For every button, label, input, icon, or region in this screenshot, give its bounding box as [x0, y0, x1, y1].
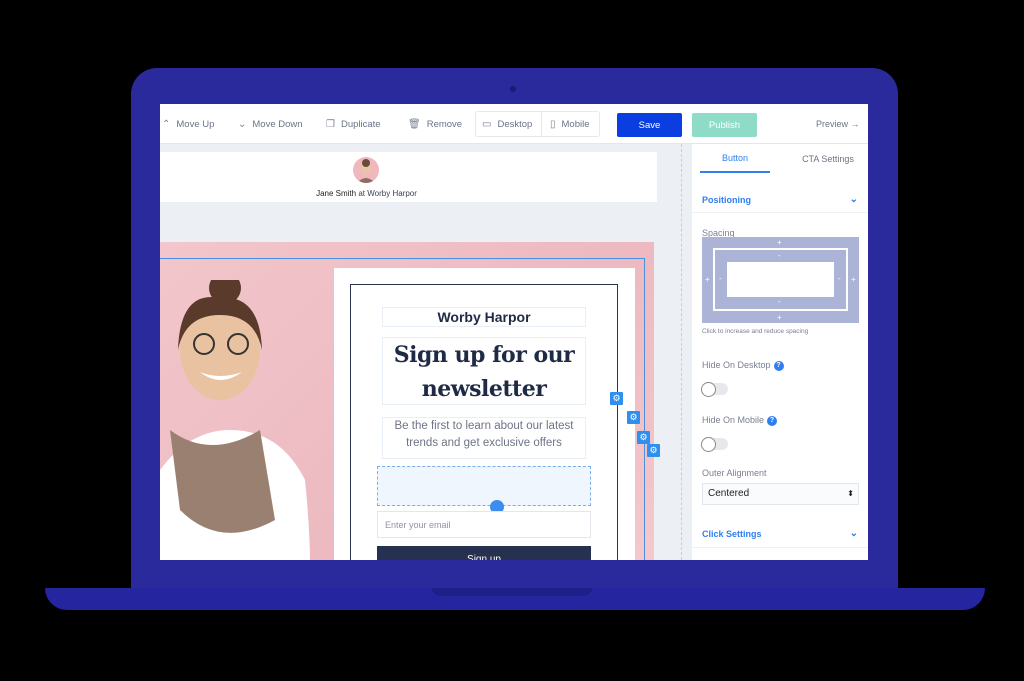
- chevron-up-icon: ⌃: [162, 118, 171, 130]
- author-company: Worby Harpor: [367, 189, 417, 198]
- toolbar: ⌃ Move Up ⌄ Move Down ❐ Duplicate 🗑 Remove ▭…: [160, 104, 868, 144]
- remove-label: Remove: [426, 118, 463, 130]
- gear-icon[interactable]: ⚙: [610, 392, 623, 405]
- hide-mobile-label: Hide On Mobile?: [702, 415, 778, 426]
- hide-desktop-toggle[interactable]: [701, 382, 728, 397]
- author-header: Jane Smith at Worby Harpor: [160, 152, 657, 202]
- chevron-down-icon[interactable]: ⌄: [850, 528, 858, 539]
- select-value: Centered: [708, 488, 750, 499]
- move-up-label: Move Up: [176, 118, 215, 130]
- author-line: Jane Smith at Worby Harpor: [160, 189, 573, 198]
- settings-panel: Button CTA Settings Positioning ⌄ Spacin…: [692, 144, 868, 560]
- hero-photo: [160, 280, 322, 560]
- hide-desktop-text: Hide On Desktop: [702, 360, 771, 370]
- editor-canvas: Jane Smith at Worby Harpor Worby Harpor …: [160, 144, 690, 560]
- selection-outline: [644, 258, 645, 560]
- spacing-hint: Click to increase and reduce spacing: [702, 328, 809, 335]
- headline[interactable]: Sign up for our newsletter: [382, 337, 586, 405]
- brand-name[interactable]: Worby Harpor: [382, 307, 586, 327]
- panel-divider: [681, 144, 682, 560]
- divider: [692, 212, 868, 213]
- hide-mobile-text: Hide On Mobile: [702, 415, 765, 425]
- help-icon[interactable]: ?: [773, 361, 784, 371]
- spacing-control[interactable]: + + + + - - - -: [702, 237, 859, 323]
- hide-mobile-toggle[interactable]: [701, 437, 728, 452]
- app-screen: ⌃ Move Up ⌄ Move Down ❐ Duplicate 🗑 Remove ▭…: [160, 104, 868, 560]
- move-down-label: Move Down: [252, 118, 303, 130]
- selection-outline: [160, 258, 644, 259]
- tab-button[interactable]: Button: [700, 144, 770, 173]
- outer-alignment-select[interactable]: Centered ⬍: [702, 483, 859, 505]
- drop-zone[interactable]: [377, 466, 591, 506]
- divider: [541, 111, 542, 137]
- email-input[interactable]: Enter your email: [377, 511, 591, 538]
- save-button[interactable]: Save: [617, 113, 682, 137]
- gear-icon[interactable]: ⚙: [647, 444, 660, 457]
- positioning-section[interactable]: Positioning: [702, 195, 751, 205]
- subheadline[interactable]: Be the first to learn about our latest t…: [382, 417, 586, 459]
- duplicate-button[interactable]: ❐ Duplicate: [326, 104, 381, 144]
- chevron-down-icon[interactable]: ⌄: [850, 194, 858, 205]
- trash-icon: 🗑: [408, 118, 421, 130]
- laptop-icon: ▭: [482, 118, 492, 130]
- click-settings-section[interactable]: Click Settings: [702, 529, 762, 539]
- camera: [510, 86, 516, 92]
- desktop-button[interactable]: ▭ Desktop: [482, 104, 532, 144]
- laptop-notch: [432, 588, 592, 596]
- minus-icon[interactable]: -: [838, 274, 841, 283]
- plus-icon[interactable]: +: [705, 275, 710, 284]
- chevron-down-icon: ⌄: [238, 118, 247, 130]
- plus-icon[interactable]: +: [777, 313, 782, 322]
- plus-icon[interactable]: +: [777, 238, 782, 247]
- gear-icon[interactable]: ⚙: [627, 411, 640, 424]
- minus-icon[interactable]: -: [778, 251, 781, 260]
- mobile-label: Mobile: [561, 118, 590, 130]
- remove-button[interactable]: 🗑 Remove: [408, 104, 462, 144]
- help-icon[interactable]: ?: [767, 416, 778, 426]
- author-name: Jane Smith: [316, 189, 357, 198]
- divider: [692, 547, 868, 548]
- publish-button[interactable]: Publish: [692, 113, 757, 137]
- duplicate-label: Duplicate: [340, 118, 381, 130]
- move-up-button[interactable]: ⌃ Move Up: [162, 104, 214, 144]
- outer-alignment-label: Outer Alignment: [702, 468, 767, 478]
- copy-icon: ❐: [326, 118, 335, 130]
- mobile-button[interactable]: ▯ Mobile: [550, 104, 590, 144]
- preview-link[interactable]: Preview →: [816, 104, 860, 144]
- updown-icon: ⬍: [847, 489, 854, 498]
- author-sep: at: [358, 189, 366, 198]
- hide-desktop-label: Hide On Desktop?: [702, 360, 784, 371]
- plus-icon[interactable]: +: [851, 275, 856, 284]
- gear-icon[interactable]: ⚙: [637, 431, 650, 444]
- tab-cta-settings[interactable]: CTA Settings: [788, 144, 868, 173]
- desktop-label: Desktop: [497, 118, 533, 130]
- avatar: [353, 157, 379, 183]
- signup-button[interactable]: Sign up: [377, 546, 591, 560]
- minus-icon[interactable]: -: [719, 274, 722, 283]
- minus-icon[interactable]: -: [778, 297, 781, 306]
- move-down-button[interactable]: ⌄ Move Down: [238, 104, 303, 144]
- phone-icon: ▯: [550, 118, 556, 130]
